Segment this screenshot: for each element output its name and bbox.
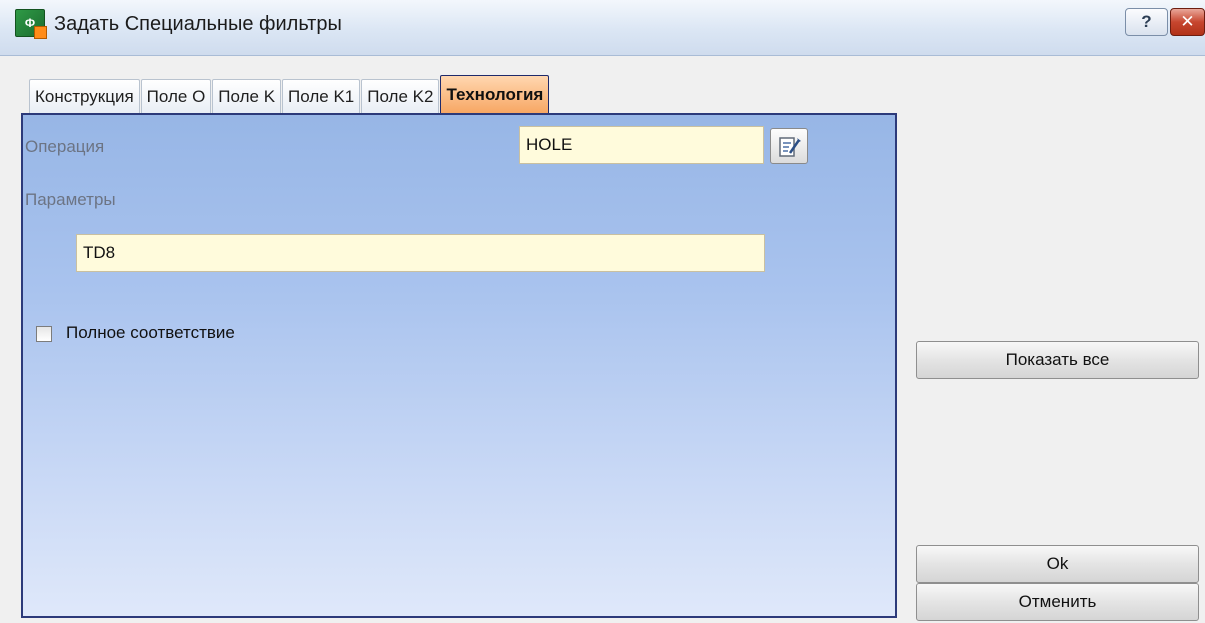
cancel-button[interactable]: Отменить	[916, 583, 1199, 621]
title-bar: Ф Задать Специальные фильтры ? ✕	[0, 0, 1205, 56]
window-title: Задать Специальные фильтры	[54, 13, 342, 35]
tab-field-k2[interactable]: Поле K2	[361, 79, 440, 113]
parameters-label: Параметры	[25, 190, 116, 209]
tab-field-o[interactable]: Поле O	[140, 79, 212, 113]
tab-field-k1[interactable]: Поле K1	[282, 79, 361, 113]
ok-button[interactable]: Ok	[916, 545, 1199, 583]
operation-label: Операция	[25, 137, 105, 156]
edit-list-icon	[779, 137, 801, 157]
tab-strip: Конструкция Поле O Поле K Поле K1 Поле K…	[29, 75, 550, 113]
parameters-field[interactable]: TD8	[76, 234, 765, 272]
tab-construction[interactable]: Конструкция	[29, 79, 140, 113]
filter-dialog: Ф Задать Специальные фильтры ? ✕ Констру…	[0, 0, 1205, 623]
close-button[interactable]: ✕	[1170, 8, 1205, 36]
help-button[interactable]: ?	[1125, 8, 1168, 36]
exact-match-label: Полное соответствие	[66, 323, 235, 342]
app-filter-icon: Ф	[15, 9, 47, 39]
exact-match-checkbox[interactable]	[36, 326, 52, 342]
operation-field[interactable]: HOLE	[519, 126, 764, 164]
tab-field-k[interactable]: Поле K	[212, 79, 282, 113]
tab-technology[interactable]: Технология	[440, 75, 550, 113]
show-all-button[interactable]: Показать все	[916, 341, 1199, 379]
technology-panel	[21, 113, 897, 618]
operation-picker-button[interactable]	[770, 128, 808, 164]
